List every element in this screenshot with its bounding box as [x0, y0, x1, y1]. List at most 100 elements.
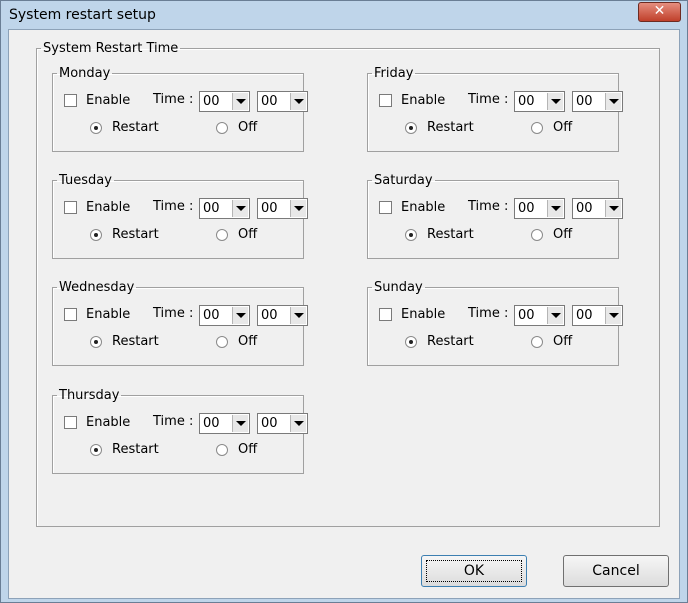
hour-value: 00 — [518, 308, 535, 323]
enable-label: Enable — [401, 93, 446, 108]
minute-dropdown[interactable]: 00 — [257, 91, 308, 112]
chevron-down-icon[interactable] — [232, 200, 248, 217]
time-row: Enable Time : 00 00 — [64, 413, 308, 435]
enable-label: Enable — [86, 93, 131, 108]
enable-checkbox[interactable] — [64, 201, 77, 214]
time-row: Enable Time : 00 00 — [64, 305, 308, 327]
time-row: Enable Time : 00 00 — [379, 305, 623, 327]
enable-checkbox[interactable] — [379, 94, 392, 107]
close-button[interactable]: ✕ — [638, 2, 681, 22]
hour-value: 00 — [518, 201, 535, 216]
off-radio[interactable] — [531, 122, 543, 134]
off-radio[interactable] — [216, 229, 228, 241]
chevron-down-icon[interactable] — [290, 307, 306, 324]
window-title: System restart setup — [9, 7, 156, 23]
hour-dropdown[interactable]: 00 — [199, 305, 250, 326]
day-name: Friday — [374, 66, 414, 81]
chevron-down-icon[interactable] — [547, 200, 563, 217]
cancel-label: Cancel — [592, 563, 640, 579]
day-group-tuesday: Tuesday Enable Time : 00 00 Restart Off — [52, 173, 308, 259]
chevron-down-icon[interactable] — [547, 93, 563, 110]
chevron-down-icon[interactable] — [232, 307, 248, 324]
off-label: Off — [238, 442, 258, 457]
chevron-down-icon[interactable] — [232, 93, 248, 110]
restart-radio[interactable] — [405, 336, 417, 348]
time-row: Enable Time : 00 00 — [379, 198, 623, 220]
minute-dropdown[interactable]: 00 — [257, 198, 308, 219]
hour-dropdown[interactable]: 00 — [199, 413, 250, 434]
group-title: System Restart Time — [43, 41, 179, 56]
enable-label: Enable — [401, 307, 446, 322]
minute-dropdown[interactable]: 00 — [257, 413, 308, 434]
time-label: Time : — [153, 306, 194, 321]
title-bar[interactable]: System restart setup ✕ — [1, 1, 687, 29]
close-icon: ✕ — [653, 3, 666, 19]
enable-checkbox[interactable] — [64, 308, 77, 321]
dialog-body: System Restart Time Monday Enable Time :… — [8, 29, 680, 599]
restart-radio[interactable] — [90, 336, 102, 348]
off-label: Off — [238, 334, 258, 349]
enable-checkbox[interactable] — [64, 94, 77, 107]
time-row: Enable Time : 00 00 — [379, 91, 623, 113]
day-group-thursday: Thursday Enable Time : 00 00 Restart Off — [52, 388, 308, 474]
minute-value: 00 — [261, 94, 278, 109]
chevron-down-icon[interactable] — [232, 415, 248, 432]
chevron-down-icon[interactable] — [290, 93, 306, 110]
restart-radio[interactable] — [90, 229, 102, 241]
hour-dropdown[interactable]: 00 — [514, 91, 565, 112]
ok-button[interactable]: OK — [421, 555, 527, 587]
chevron-down-icon[interactable] — [290, 200, 306, 217]
chevron-down-icon[interactable] — [547, 307, 563, 324]
minute-value: 00 — [576, 201, 593, 216]
off-radio[interactable] — [216, 336, 228, 348]
hour-dropdown[interactable]: 00 — [199, 91, 250, 112]
chevron-down-icon[interactable] — [605, 307, 621, 324]
mode-row: Restart Off — [405, 120, 605, 139]
minute-dropdown[interactable]: 00 — [572, 198, 623, 219]
chevron-down-icon[interactable] — [605, 93, 621, 110]
restart-label: Restart — [112, 442, 159, 457]
day-name: Saturday — [374, 173, 433, 188]
enable-checkbox[interactable] — [64, 416, 77, 429]
chevron-down-icon[interactable] — [290, 415, 306, 432]
hour-value: 00 — [203, 308, 220, 323]
mode-row: Restart Off — [90, 227, 290, 246]
off-radio[interactable] — [216, 122, 228, 134]
enable-label: Enable — [401, 200, 446, 215]
time-label: Time : — [468, 199, 509, 214]
time-label: Time : — [468, 92, 509, 107]
hour-dropdown[interactable]: 00 — [514, 198, 565, 219]
cancel-button[interactable]: Cancel — [563, 555, 669, 587]
restart-radio[interactable] — [405, 122, 417, 134]
hour-dropdown[interactable]: 00 — [514, 305, 565, 326]
minute-dropdown[interactable]: 00 — [572, 91, 623, 112]
off-radio[interactable] — [531, 229, 543, 241]
day-group-saturday: Saturday Enable Time : 00 00 Restart Off — [367, 173, 623, 259]
restart-radio[interactable] — [90, 122, 102, 134]
enable-checkbox[interactable] — [379, 308, 392, 321]
hour-dropdown[interactable]: 00 — [199, 198, 250, 219]
time-row: Enable Time : 00 00 — [64, 91, 308, 113]
dialog-window: System restart setup ✕ System Restart Ti… — [0, 0, 688, 603]
off-label: Off — [553, 334, 573, 349]
minute-dropdown[interactable]: 00 — [572, 305, 623, 326]
restart-label: Restart — [112, 227, 159, 242]
enable-checkbox[interactable] — [379, 201, 392, 214]
enable-label: Enable — [86, 307, 131, 322]
restart-radio[interactable] — [405, 229, 417, 241]
restart-label: Restart — [427, 120, 474, 135]
time-label: Time : — [153, 92, 194, 107]
off-radio[interactable] — [216, 444, 228, 456]
mode-row: Restart Off — [90, 120, 290, 139]
day-name: Monday — [59, 66, 111, 81]
enable-label: Enable — [86, 200, 131, 215]
day-group-friday: Friday Enable Time : 00 00 Restart Off — [367, 66, 623, 152]
day-name: Tuesday — [59, 173, 112, 188]
off-label: Off — [553, 120, 573, 135]
off-radio[interactable] — [531, 336, 543, 348]
restart-radio[interactable] — [90, 444, 102, 456]
off-label: Off — [238, 227, 258, 242]
minute-dropdown[interactable]: 00 — [257, 305, 308, 326]
chevron-down-icon[interactable] — [605, 200, 621, 217]
mode-row: Restart Off — [405, 227, 605, 246]
